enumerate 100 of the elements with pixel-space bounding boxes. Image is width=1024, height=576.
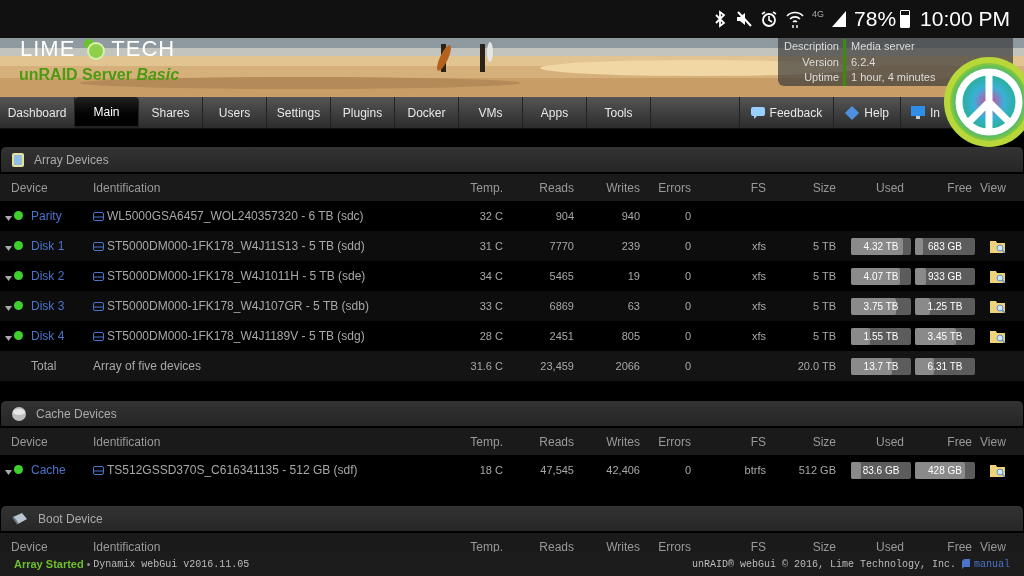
table-cell: 5465 — [549, 269, 574, 282]
filesystem-text: xfs — [751, 269, 766, 282]
nav-tab[interactable]: Tools — [587, 97, 651, 128]
book-icon — [962, 559, 970, 569]
drive-icon — [93, 331, 104, 341]
nav-tab[interactable]: Apps — [523, 97, 587, 128]
peace-sign-icon[interactable] — [943, 56, 1024, 148]
usage-text: 3.45 TB — [926, 329, 964, 344]
column-header: Errors — [657, 433, 692, 451]
table-cell: 18 C — [479, 463, 503, 476]
nav-action[interactable]: Feedback — [739, 97, 835, 128]
server-title: unRAID Server Basic — [19, 65, 180, 85]
device-link[interactable]: Disk 1 — [31, 237, 65, 255]
folder-search-icon[interactable] — [990, 463, 1006, 477]
column-header: FS — [749, 179, 767, 197]
table-cell: 63 — [627, 299, 640, 312]
nav-tab[interactable]: Main — [75, 97, 139, 128]
column-header: Identification — [92, 179, 162, 197]
info-label: Version — [778, 54, 846, 71]
drive-icon — [93, 271, 104, 281]
column-header: Used — [875, 538, 905, 556]
folder-search-icon[interactable] — [990, 299, 1006, 313]
info-value: 1 hour, 4 minutes — [850, 70, 937, 86]
column-header: Temp. — [469, 433, 504, 451]
speech-bubble-icon — [750, 106, 765, 119]
identification-text: TS512GSSD370S_C616341135 - 512 GB (sdf) — [107, 462, 358, 479]
drive-icon — [93, 241, 104, 251]
table-cell: 805 — [621, 329, 640, 342]
nav-action[interactable]: Help — [834, 97, 901, 128]
column-header: Size — [811, 538, 837, 556]
nav-tab[interactable]: Settings — [267, 97, 331, 128]
caret-icon[interactable] — [5, 306, 12, 311]
nav-tab[interactable]: VMs — [459, 97, 523, 128]
filesystem-text: btrfs — [744, 463, 766, 476]
identification-text: Array of five devices — [93, 358, 202, 375]
folder-search-icon[interactable] — [990, 239, 1006, 253]
table-cell: 0 — [684, 359, 691, 372]
caret-icon[interactable] — [5, 246, 12, 251]
device-link[interactable]: Cache — [31, 461, 66, 479]
identification-text: ST5000DM000-1FK178_W4J107GR - 5 TB (sdb) — [107, 298, 369, 315]
table-cell: 0 — [684, 329, 691, 342]
column-header: Used — [875, 179, 905, 197]
caret-icon[interactable] — [5, 276, 12, 281]
nav-tab[interactable]: Docker — [395, 97, 459, 128]
table-cell: 0 — [684, 299, 691, 312]
table-cell: 2066 — [615, 359, 640, 372]
column-header: Errors — [657, 179, 692, 197]
column-header: Temp. — [469, 538, 504, 556]
table-cell: 19 — [627, 269, 640, 282]
nav-action[interactable]: In — [901, 97, 940, 128]
manual-link[interactable]: manual — [974, 556, 1010, 572]
table-cell: 0 — [684, 239, 691, 252]
table-cell: 0 — [684, 269, 691, 282]
table-cell: 5 TB — [812, 329, 836, 342]
disk-icon — [12, 406, 26, 421]
table-cell: 5 TB — [812, 269, 836, 282]
logo-text: LIME — [20, 38, 76, 63]
table-cell: 0 — [684, 209, 691, 222]
caret-icon[interactable] — [5, 336, 12, 341]
caret-icon[interactable] — [5, 470, 12, 475]
folder-search-icon[interactable] — [990, 329, 1006, 343]
column-header: Device — [10, 538, 49, 556]
usb-drive-icon — [12, 511, 28, 526]
section-title: Cache Devices — [36, 405, 117, 423]
alarm-icon — [760, 10, 779, 28]
column-header: Reads — [538, 179, 575, 197]
table-cell: 23,459 — [540, 359, 574, 372]
column-header: View — [979, 538, 1007, 556]
usage-text: 13.7 TB — [862, 359, 900, 374]
logo-text: TECH — [111, 38, 176, 63]
info-value: 6.2.4 — [850, 54, 877, 70]
total-label: Total — [31, 359, 57, 373]
device-link[interactable]: Disk 4 — [31, 327, 65, 345]
nav-tab[interactable]: Users — [203, 97, 267, 128]
nav-tab[interactable]: Plugins — [331, 97, 395, 128]
table-cell: 6869 — [549, 299, 574, 312]
filesystem-text: xfs — [751, 239, 766, 252]
column-header: Device — [10, 179, 49, 197]
table-cell: 47,545 — [540, 463, 574, 476]
network-label: 4G — [812, 8, 825, 22]
section-title: Array Devices — [34, 151, 109, 169]
column-header: Device — [10, 433, 49, 451]
clock: 10:00 PM — [920, 6, 1010, 33]
nav-tab[interactable]: Shares — [139, 97, 203, 128]
section-title: Boot Device — [38, 510, 103, 528]
column-header: Size — [811, 433, 837, 451]
table-cell: 5 TB — [812, 299, 836, 312]
identification-text: ST5000DM000-1FK178_W4J11S13 - 5 TB (sdd) — [107, 238, 365, 255]
column-header: Temp. — [469, 179, 504, 197]
caret-icon[interactable] — [5, 216, 12, 221]
device-link[interactable]: Disk 2 — [31, 267, 65, 285]
battery-percent: 78% — [854, 6, 897, 33]
folder-search-icon[interactable] — [990, 269, 1006, 283]
column-header: Free — [946, 433, 973, 451]
device-link[interactable]: Parity — [31, 207, 62, 225]
device-link[interactable]: Disk 3 — [31, 297, 65, 315]
column-header: FS — [749, 538, 767, 556]
usage-text: 6.31 TB — [926, 359, 964, 374]
copyright-text: unRAID® webGui © 2016, Lime Technology, Inc. — [691, 557, 956, 572]
table-cell: 904 — [555, 209, 574, 222]
